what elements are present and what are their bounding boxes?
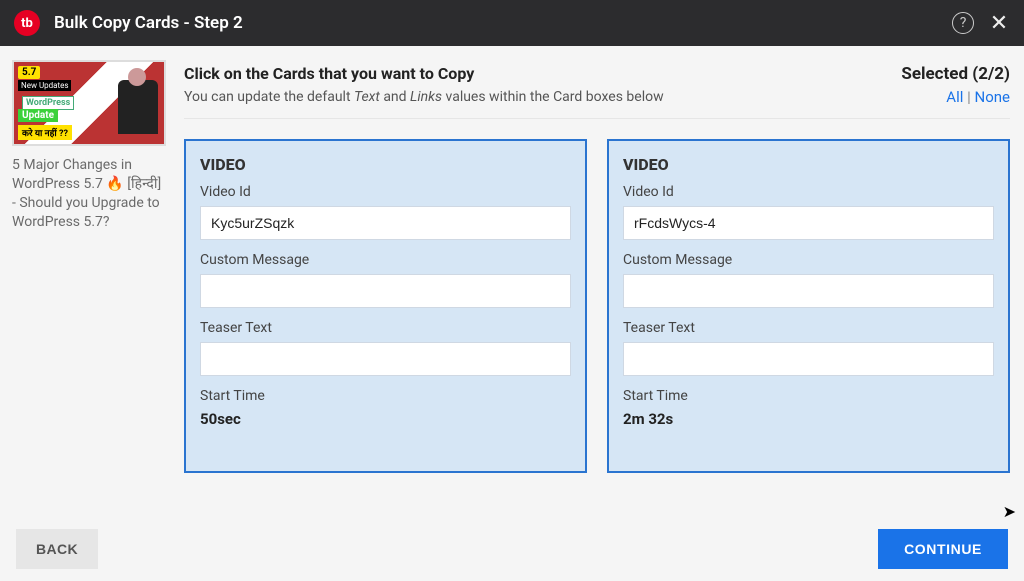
close-icon[interactable]: ✕: [988, 11, 1010, 36]
dialog-title: Bulk Copy Cards - Step 2: [54, 13, 243, 33]
start-time-label: Start Time: [200, 388, 571, 404]
continue-button[interactable]: CONTINUE: [878, 529, 1008, 569]
thumb-bottom-text: करे या नहीं ??: [18, 125, 72, 140]
card-type-label: VIDEO: [623, 155, 994, 174]
main-content: Click on the Cards that you want to Copy…: [178, 46, 1024, 517]
source-video-title: 5 Major Changes in WordPress 5.7 🔥 [हिन्…: [12, 156, 166, 232]
selection-filters: All | None: [901, 88, 1010, 106]
teaser-text-label: Teaser Text: [200, 320, 571, 336]
instructions-title: Click on the Cards that you want to Copy: [184, 64, 901, 83]
dialog-footer: BACK CONTINUE: [0, 517, 1024, 581]
video-id-input[interactable]: [623, 206, 994, 240]
select-all-link[interactable]: All: [946, 88, 963, 106]
custom-message-input[interactable]: [200, 274, 571, 308]
thumb-new-updates: New Updates: [18, 80, 71, 91]
instructions-sub-post: values within the Card boxes below: [442, 89, 664, 105]
thumb-head-shape: [128, 68, 146, 86]
teaser-text-input[interactable]: [200, 342, 571, 376]
thumb-version-badge: 5.7: [18, 66, 40, 79]
back-button[interactable]: BACK: [16, 529, 98, 569]
start-time-value: 2m 32s: [623, 410, 994, 428]
instructions-sub-pre: You can update the default: [184, 89, 354, 105]
instructions-sub-links: Links: [410, 89, 442, 105]
teaser-text-label: Teaser Text: [623, 320, 994, 336]
video-id-input[interactable]: [200, 206, 571, 240]
help-icon[interactable]: ?: [952, 12, 974, 34]
instructions-row: Click on the Cards that you want to Copy…: [184, 64, 1010, 119]
custom-message-input[interactable]: [623, 274, 994, 308]
custom-message-label: Custom Message: [200, 252, 571, 268]
selected-count: Selected (2/2): [901, 64, 1010, 84]
start-time-value: 50sec: [200, 410, 571, 428]
instructions-sub-and: and: [380, 89, 410, 105]
dialog-body: 5.7 New Updates WordPress Update करे या …: [0, 46, 1024, 517]
custom-message-label: Custom Message: [623, 252, 994, 268]
video-id-label: Video Id: [200, 184, 571, 200]
start-time-label: Start Time: [623, 388, 994, 404]
tubebuddy-logo-icon: tb: [14, 10, 40, 36]
card-item[interactable]: VIDEO Video Id Custom Message Teaser Tex…: [607, 139, 1010, 473]
selection-summary: Selected (2/2) All | None: [901, 64, 1010, 106]
source-video-panel: 5.7 New Updates WordPress Update करे या …: [0, 46, 178, 517]
instructions-sub-text: Text: [354, 89, 380, 105]
cards-container: VIDEO Video Id Custom Message Teaser Tex…: [184, 139, 1010, 517]
teaser-text-input[interactable]: [623, 342, 994, 376]
thumb-person-shape: [118, 80, 158, 134]
thumb-update-label: Update: [18, 109, 58, 122]
select-none-link[interactable]: None: [975, 88, 1011, 106]
video-id-label: Video Id: [623, 184, 994, 200]
thumb-wordpress-label: WordPress: [22, 96, 74, 110]
selection-separator: |: [963, 88, 974, 106]
video-thumbnail: 5.7 New Updates WordPress Update करे या …: [12, 60, 166, 146]
logo-text: tb: [21, 16, 33, 31]
instructions-subtitle: You can update the default Text and Link…: [184, 89, 901, 105]
dialog-header: tb Bulk Copy Cards - Step 2 ? ✕: [0, 0, 1024, 46]
card-type-label: VIDEO: [200, 155, 571, 174]
card-item[interactable]: VIDEO Video Id Custom Message Teaser Tex…: [184, 139, 587, 473]
